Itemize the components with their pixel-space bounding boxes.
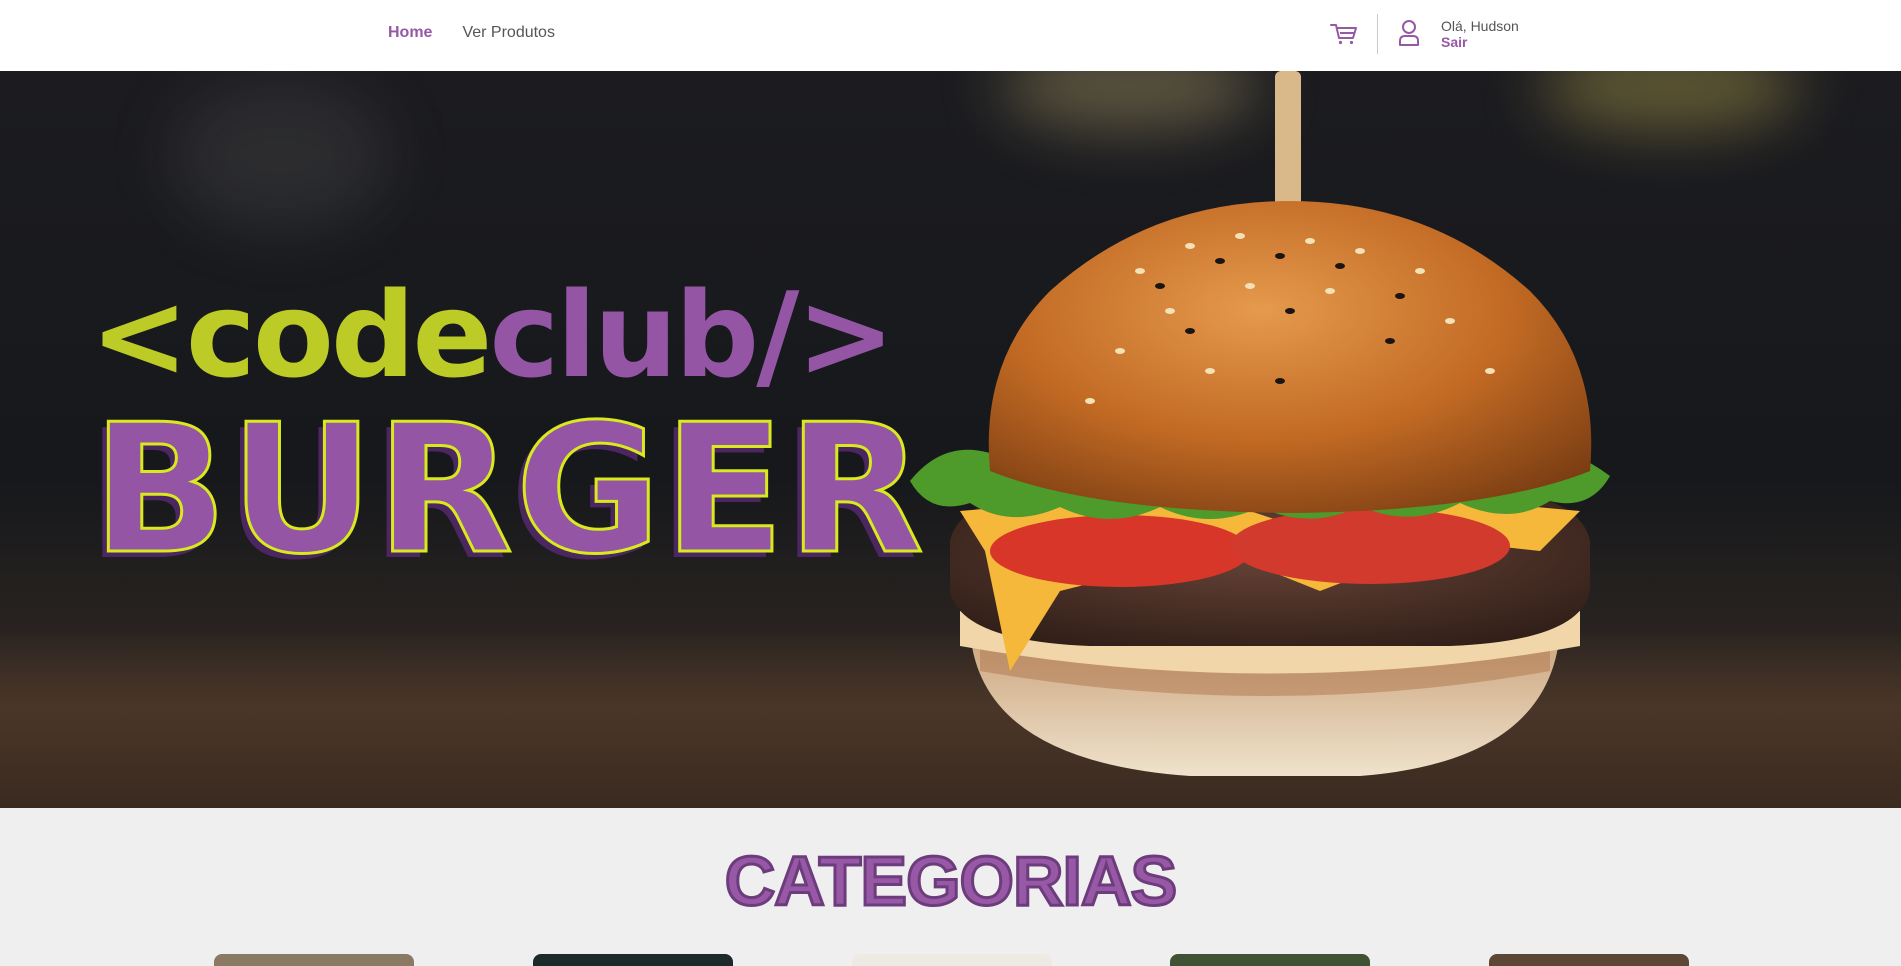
logo-line-1: <codeclub/> (90, 276, 895, 394)
category-card[interactable] (1170, 954, 1370, 966)
nav-home-link[interactable]: Home (388, 24, 432, 42)
category-card[interactable] (1489, 954, 1689, 966)
category-card[interactable] (533, 954, 733, 966)
logo-code-text: <code (90, 266, 492, 404)
top-header: Home Ver Produtos Olá, Hudson Sair (0, 0, 1901, 71)
category-card[interactable] (214, 954, 414, 966)
cart-icon[interactable] (1329, 22, 1359, 46)
codeclub-burger-logo: <codeclub/> BURGER (90, 276, 926, 646)
header-divider (1377, 14, 1378, 54)
logo-club-text: club/> (489, 266, 895, 404)
nav-ver-produtos-link[interactable]: Ver Produtos (462, 24, 555, 42)
burger-image (910, 71, 1610, 776)
background-light (170, 81, 390, 231)
logout-link[interactable]: Sair (1441, 34, 1467, 50)
category-card[interactable] (852, 954, 1052, 966)
categories-title: CATEGORIAS (723, 842, 1179, 920)
user-icon (1399, 20, 1419, 46)
main-nav: Home Ver Produtos (388, 24, 555, 42)
user-greeting: Olá, Hudson (1441, 18, 1519, 34)
logo-burger-text: BURGER (90, 386, 927, 593)
hero-banner: <codeclub/> BURGER (0, 71, 1901, 808)
